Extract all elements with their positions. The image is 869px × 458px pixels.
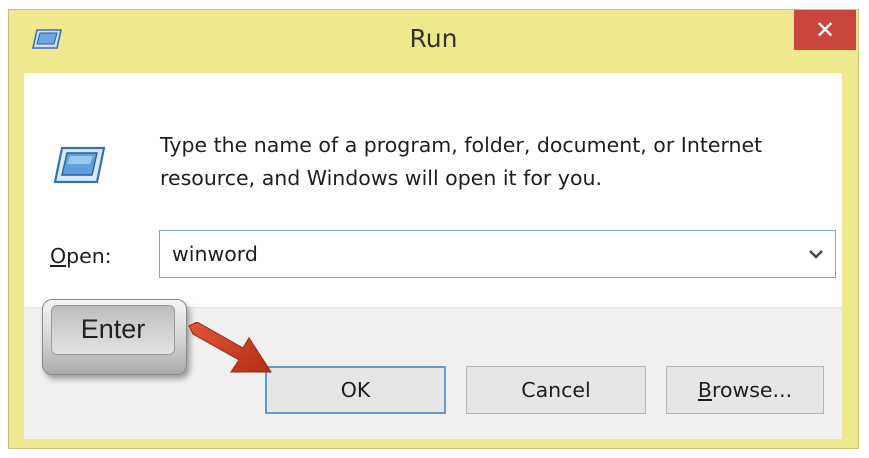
ok-button[interactable]: OK bbox=[265, 366, 446, 414]
browse-label: rowse... bbox=[711, 378, 793, 402]
open-input[interactable] bbox=[160, 231, 790, 277]
cancel-button[interactable]: Cancel bbox=[466, 366, 646, 414]
window-title: Run bbox=[409, 24, 458, 53]
run-dialog: Run ✕ Type the name of a program, folder… bbox=[8, 9, 859, 449]
pointer-arrow-icon bbox=[188, 322, 272, 373]
enter-key-label: Enter bbox=[51, 305, 175, 355]
dialog-description: Type the name of a program, folder, docu… bbox=[160, 133, 763, 190]
open-label: Open: bbox=[50, 244, 112, 268]
chevron-down-icon[interactable] bbox=[805, 243, 827, 265]
run-icon bbox=[53, 146, 106, 184]
browse-accelerator: B bbox=[697, 378, 712, 402]
open-combobox[interactable] bbox=[159, 230, 836, 278]
dialog-body: Type the name of a program, folder, docu… bbox=[24, 73, 842, 439]
open-label-text: pen: bbox=[66, 244, 112, 268]
browse-button[interactable]: Browse... bbox=[666, 366, 824, 414]
close-icon: ✕ bbox=[814, 16, 836, 44]
title-bar: Run ✕ bbox=[9, 10, 858, 72]
open-label-accelerator: O bbox=[50, 244, 67, 268]
enter-key-illustration: Enter bbox=[42, 299, 187, 375]
close-button[interactable]: ✕ bbox=[794, 10, 856, 50]
